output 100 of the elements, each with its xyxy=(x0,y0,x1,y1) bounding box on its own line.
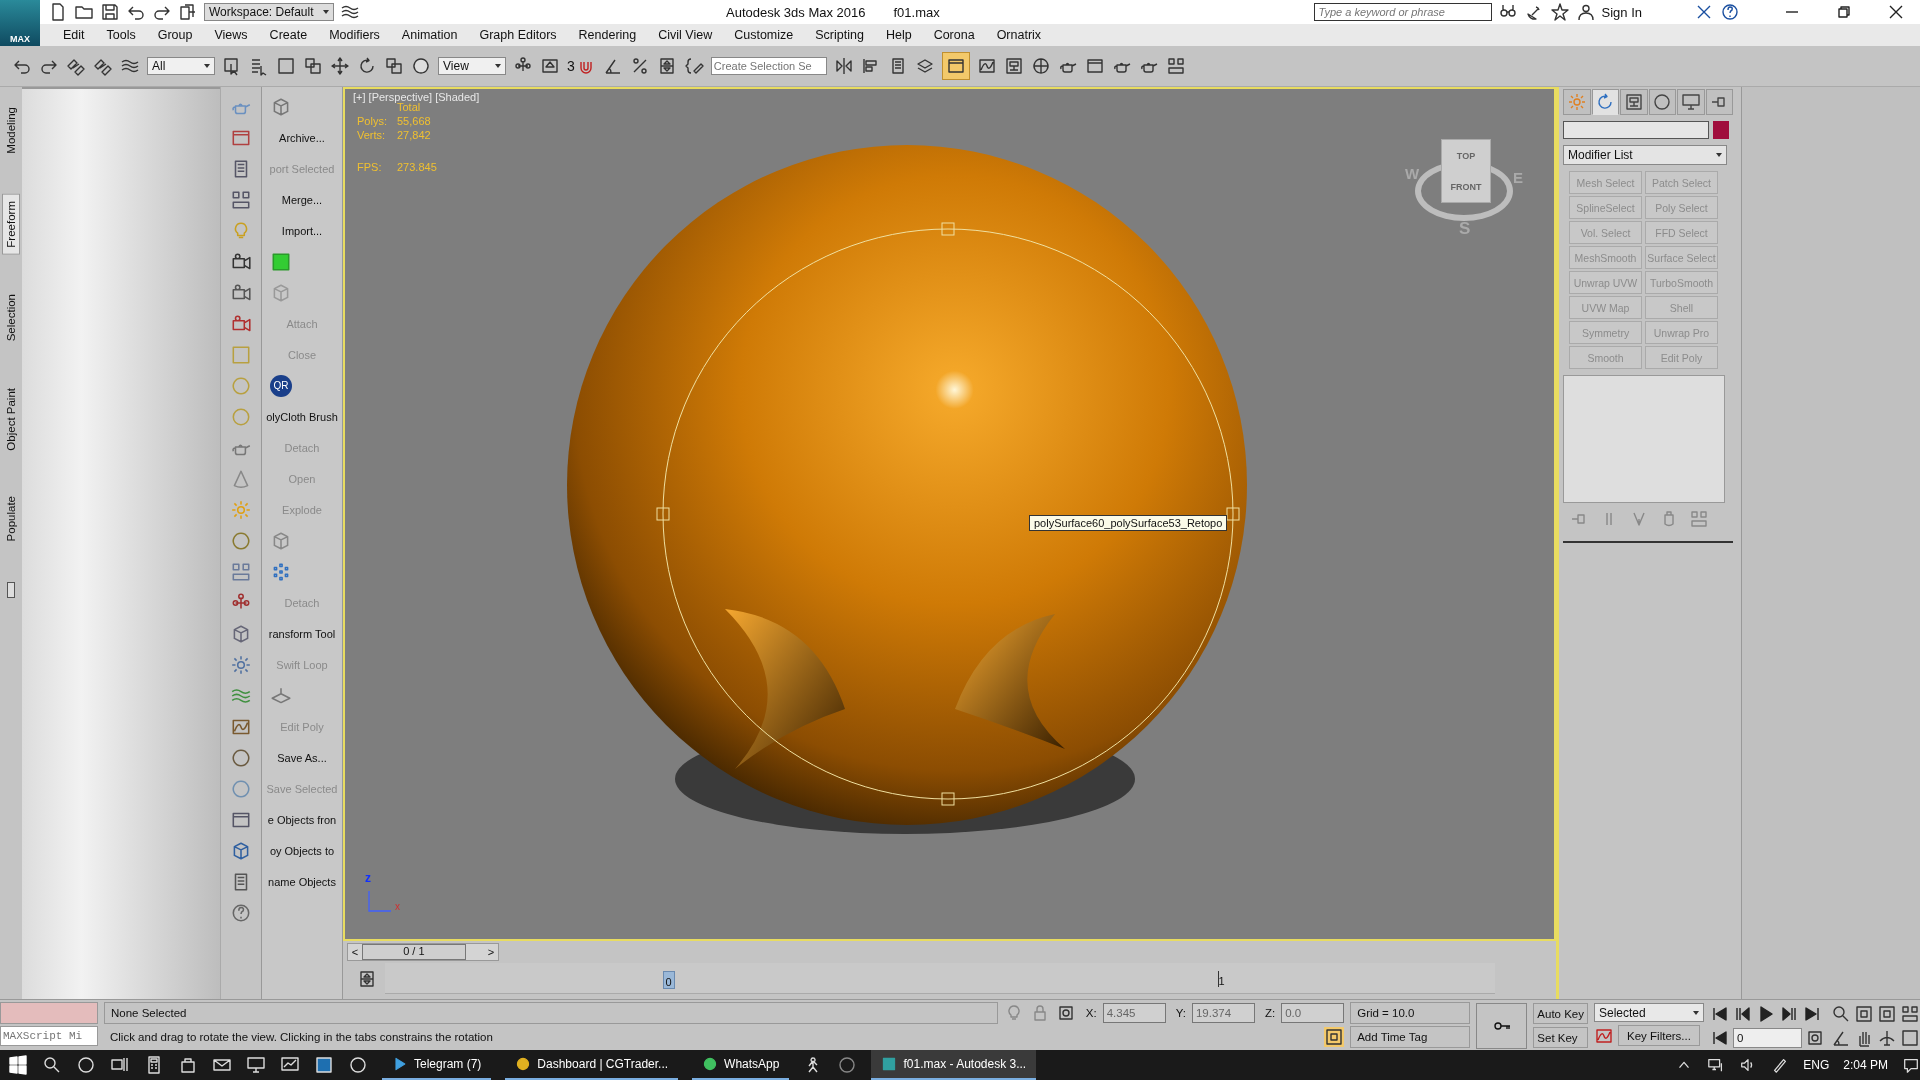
command-panel-tab[interactable] xyxy=(1677,89,1705,115)
frame-spinner[interactable]: 0 xyxy=(1733,1028,1802,1048)
menu-item[interactable]: Animation xyxy=(390,28,469,42)
command-panel-tab[interactable] xyxy=(1591,89,1619,115)
object-name-field[interactable] xyxy=(1563,121,1709,139)
ribbon-tab[interactable]: Selection xyxy=(3,288,19,348)
curve-window-icon[interactable] xyxy=(976,56,997,76)
sphere-icon[interactable] xyxy=(411,56,431,76)
notification-icon[interactable] xyxy=(1902,1056,1920,1074)
search-field[interactable]: Type a keyword or phrase xyxy=(1313,3,1492,21)
menu-item[interactable]: Tools xyxy=(95,28,147,42)
user-icon[interactable] xyxy=(1575,2,1596,22)
help-icon[interactable] xyxy=(1720,2,1740,22)
script-button[interactable]: Merge... xyxy=(262,184,342,215)
maximize-icon[interactable] xyxy=(1900,1028,1920,1048)
ribbon-tab[interactable]: Freeform xyxy=(2,193,20,255)
menu-item[interactable]: Customize xyxy=(723,28,805,42)
menu-item[interactable]: Rendering xyxy=(567,28,648,42)
menu-item[interactable]: Create xyxy=(258,28,319,42)
windows-logo-icon[interactable] xyxy=(8,1055,28,1075)
menu-item[interactable]: Corona xyxy=(922,28,986,42)
taskbar-button[interactable]: f01.max - Autodesk 3... xyxy=(871,1050,1037,1080)
zoom-icon[interactable] xyxy=(1831,1004,1851,1024)
orbit-icon[interactable] xyxy=(1877,1028,1897,1048)
snap-toggle[interactable]: 3 xyxy=(567,58,575,74)
menu-item[interactable]: Scripting xyxy=(804,28,875,42)
set-key-mode-button[interactable]: Set Key xyxy=(1533,1027,1588,1048)
time-config-icon[interactable] xyxy=(1805,1028,1825,1048)
tile-icon[interactable] xyxy=(314,1055,334,1075)
script-button[interactable]: ransform Tool xyxy=(262,618,342,649)
pencil-brace-icon[interactable] xyxy=(683,56,704,76)
script-button[interactable]: olyCloth Brush xyxy=(262,401,342,432)
search-icon[interactable] xyxy=(42,1055,62,1075)
taskbar-button[interactable]: Telegram (7) xyxy=(382,1050,492,1080)
add-time-tag-button[interactable]: Add Time Tag xyxy=(1350,1026,1471,1048)
coordinate-field[interactable]: 0.0 xyxy=(1281,1003,1345,1023)
reference-coordinate-dropdown[interactable]: View xyxy=(438,57,506,75)
script-badge[interactable]: QR xyxy=(270,374,292,397)
select-list-icon[interactable] xyxy=(249,56,269,76)
previous-frame-button[interactable]: < xyxy=(348,946,362,958)
track-bar[interactable]: 0 1 xyxy=(385,963,1495,994)
time-tag-icon[interactable] xyxy=(1324,1027,1345,1047)
previous-frame-icon[interactable] xyxy=(1733,1004,1753,1024)
menu-item[interactable]: Views xyxy=(203,28,259,42)
go-end-icon[interactable] xyxy=(1802,1004,1822,1024)
script-button[interactable]: oy Objects to xyxy=(262,835,342,866)
ribbon-tab[interactable]: Populate xyxy=(3,490,19,548)
menu-item[interactable]: Group xyxy=(146,28,204,42)
render-window-icon[interactable] xyxy=(1084,56,1105,76)
expand-handle[interactable] xyxy=(7,581,15,598)
rectangle-region-icon[interactable] xyxy=(276,56,296,76)
zoom-extents-icon[interactable] xyxy=(1877,1004,1897,1024)
named-selection-field[interactable]: Create Selection Se xyxy=(710,57,827,75)
workspace-dropdown[interactable]: Workspace: Default xyxy=(204,3,334,21)
command-panel-tab[interactable] xyxy=(1620,89,1648,115)
color-swatch[interactable] xyxy=(1713,121,1729,139)
project-folder-icon[interactable] xyxy=(178,2,198,22)
script-button[interactable]: Save As... xyxy=(262,742,342,773)
zoom-extents-all-icon[interactable] xyxy=(1900,1004,1920,1024)
monitor-icon[interactable] xyxy=(246,1055,266,1075)
command-panel-tab[interactable] xyxy=(1705,89,1733,115)
command-panel-tab[interactable] xyxy=(1648,89,1676,115)
auto-key-button[interactable]: Auto Key xyxy=(1533,1003,1588,1024)
grid-window-icon[interactable] xyxy=(1165,56,1186,76)
coordinate-field[interactable]: 19.374 xyxy=(1191,1003,1255,1023)
script-button[interactable]: Import... xyxy=(262,215,342,246)
menu-item[interactable]: Modifiers xyxy=(318,28,391,42)
star-icon[interactable] xyxy=(1549,2,1570,22)
mirror-icon[interactable] xyxy=(833,56,854,76)
maxscript-field[interactable]: MAXScript Mi xyxy=(0,1026,98,1046)
key-filters-button[interactable]: Key Filters... xyxy=(1618,1025,1700,1046)
app-logo[interactable]: MAX xyxy=(0,0,40,46)
key-mode-dropdown[interactable]: Selected xyxy=(1594,1003,1704,1022)
zoom-all-icon[interactable] xyxy=(1854,1004,1874,1024)
schematic-icon[interactable] xyxy=(1003,56,1024,76)
rotate-icon[interactable] xyxy=(357,56,377,76)
menu-item[interactable]: Civil View xyxy=(647,28,724,42)
go-start-icon[interactable] xyxy=(1710,1004,1730,1024)
taskbar-button[interactable]: WhatsApp xyxy=(692,1050,790,1080)
menu-item[interactable]: Edit xyxy=(52,28,96,42)
ribbon-tab[interactable]: Object Paint xyxy=(3,381,19,457)
script-button[interactable]: e Objects fron xyxy=(262,804,342,835)
clock[interactable]: 2:04 PM xyxy=(1843,1058,1888,1072)
window-crossing-icon[interactable] xyxy=(303,56,323,76)
go-start-icon[interactable] xyxy=(1710,1028,1730,1048)
menu-item[interactable]: Graph Editors xyxy=(468,28,568,42)
script-button[interactable]: Archive... xyxy=(262,122,342,153)
arrow-box-icon[interactable] xyxy=(540,56,560,76)
ribbon-toggle-button[interactable] xyxy=(941,52,970,80)
modifier-list-dropdown[interactable]: Modifier List xyxy=(1563,145,1727,165)
menu-item[interactable]: Help xyxy=(874,28,923,42)
language-indicator[interactable]: ENG xyxy=(1803,1058,1830,1072)
set-key-button[interactable] xyxy=(1476,1003,1528,1049)
coordinate-field[interactable]: 4.345 xyxy=(1102,1003,1166,1023)
selection-filter-dropdown[interactable]: All xyxy=(147,57,215,75)
next-frame-button[interactable]: > xyxy=(484,946,498,958)
ribbon-tab[interactable]: Modeling xyxy=(3,101,19,160)
menu-item[interactable]: Ornatrix xyxy=(985,28,1053,42)
save-icon[interactable] xyxy=(100,2,120,22)
move-icon[interactable] xyxy=(330,56,350,76)
